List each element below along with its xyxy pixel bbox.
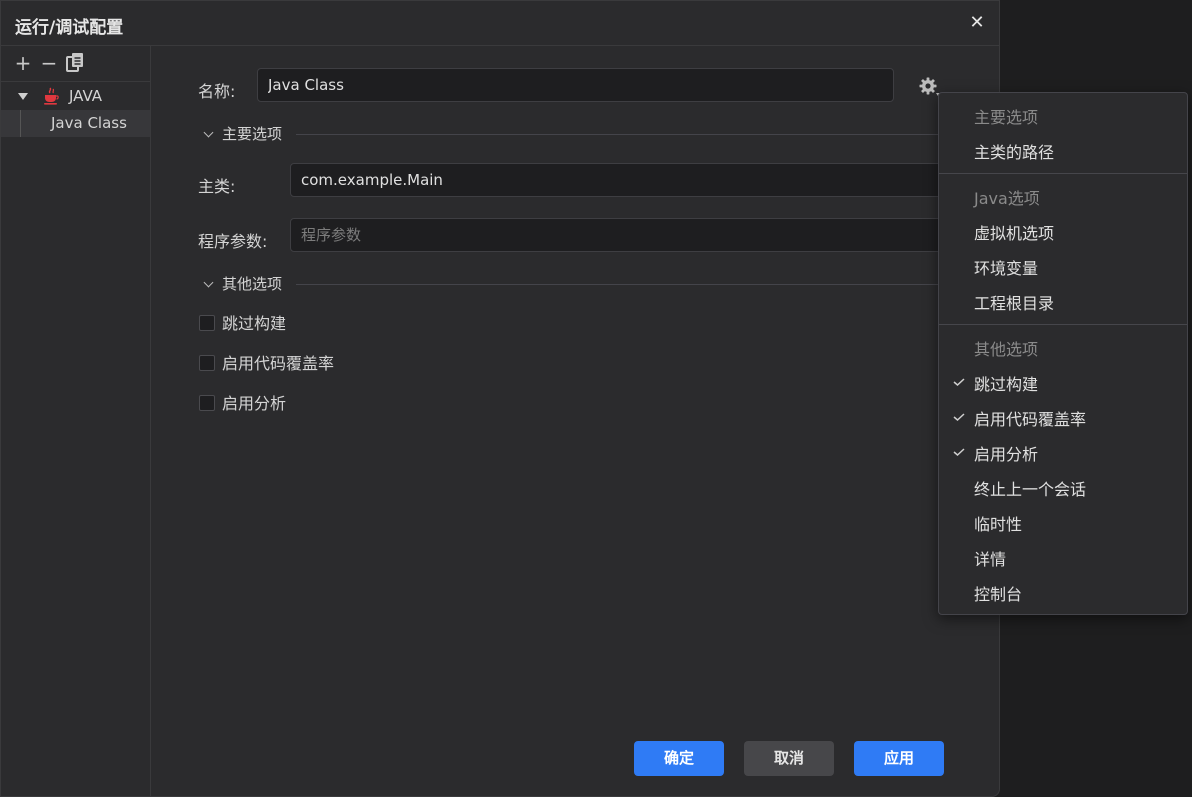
title-bar: 运行/调试配置 ✕ [1,1,999,46]
enable-coverage-checkbox[interactable]: 启用代码覆盖率 [199,353,334,375]
ok-button[interactable]: 确定 [634,741,724,776]
config-form: 名称: 主要选项 主类: 程序参数: 其他选项 [151,46,999,796]
menu-item-env-vars[interactable]: 环境变量 [939,251,1187,286]
expand-triangle-icon[interactable] [18,93,28,100]
menu-header-main: 主要选项 [974,108,1039,127]
menu-header-java: Java选项 [974,189,1040,208]
name-input[interactable] [257,68,894,102]
tree-item-label: JAVA [69,87,103,105]
tree-item-java-class[interactable]: Java Class [1,110,150,137]
apply-button[interactable]: 应用 [854,741,944,776]
main-class-label: 主类: [198,177,236,196]
menu-separator [939,324,1187,325]
menu-item-enable-profiling[interactable]: 启用分析 [939,437,1187,472]
menu-item-details[interactable]: 详情 [939,542,1187,577]
options-dropdown-menu: 主要选项 主类的路径 Java选项 虚拟机选项 环境变量 工程根目录 其他选项 … [938,92,1188,615]
cancel-button[interactable]: 取消 [744,741,834,776]
menu-item-label: 跳过构建 [974,375,1039,394]
enable-profiling-checkbox[interactable]: 启用分析 [199,393,286,415]
copy-icon[interactable] [64,52,86,74]
run-debug-config-dialog: 运行/调试配置 ✕ + − JAVA Java Class 名称: Java C… [0,0,1000,797]
section-title: 主要选项 [222,125,283,143]
program-args-input[interactable] [290,218,942,252]
tree-guide-line [20,110,21,137]
divider [296,284,941,285]
menu-item-terminate-last[interactable]: 终止上一个会话 [939,472,1187,507]
tree-item-java[interactable]: JAVA [1,83,150,110]
checkbox-label: 启用代码覆盖率 [222,354,335,373]
divider [296,134,941,135]
section-other-options[interactable]: 其他选项 [201,273,282,295]
check-icon [953,378,965,386]
add-icon[interactable]: + [12,52,34,74]
checkbox-label: 跳过构建 [222,314,287,333]
name-label: 名称: [198,82,236,101]
menu-item-vm-options[interactable]: 虚拟机选项 [939,216,1187,251]
section-main-options[interactable]: 主要选项 [201,123,282,145]
checkbox[interactable] [199,395,215,411]
menu-separator [939,173,1187,174]
checkbox[interactable] [199,355,215,371]
menu-item-enable-coverage[interactable]: 启用代码覆盖率 [939,402,1187,437]
close-icon[interactable]: ✕ [967,13,987,33]
section-title: 其他选项 [222,275,283,293]
menu-item-console[interactable]: 控制台 [939,577,1187,612]
remove-icon[interactable]: − [38,52,60,74]
chevron-down-icon [203,127,214,138]
menu-header-other: 其他选项 [974,340,1039,359]
check-icon [953,413,965,421]
menu-item-label: 启用代码覆盖率 [974,410,1087,429]
checkbox[interactable] [199,315,215,331]
main-class-input[interactable] [290,163,942,197]
dialog-title: 运行/调试配置 [15,18,124,38]
menu-item-label: 启用分析 [974,445,1039,464]
program-args-label: 程序参数: [198,232,268,251]
menu-item-project-root[interactable]: 工程根目录 [939,286,1187,321]
check-icon [953,448,965,456]
menu-item-skip-build[interactable]: 跳过构建 [939,367,1187,402]
checkbox-label: 启用分析 [222,394,287,413]
tree-item-label: Java Class [51,114,127,132]
menu-item-temporary[interactable]: 临时性 [939,507,1187,542]
skip-build-checkbox[interactable]: 跳过构建 [199,313,286,335]
menu-item-main-class-path[interactable]: 主类的路径 [939,135,1187,170]
config-sidebar: + − JAVA Java Class [1,46,151,796]
chevron-down-icon [203,277,214,288]
sidebar-toolbar: + − [1,46,150,82]
